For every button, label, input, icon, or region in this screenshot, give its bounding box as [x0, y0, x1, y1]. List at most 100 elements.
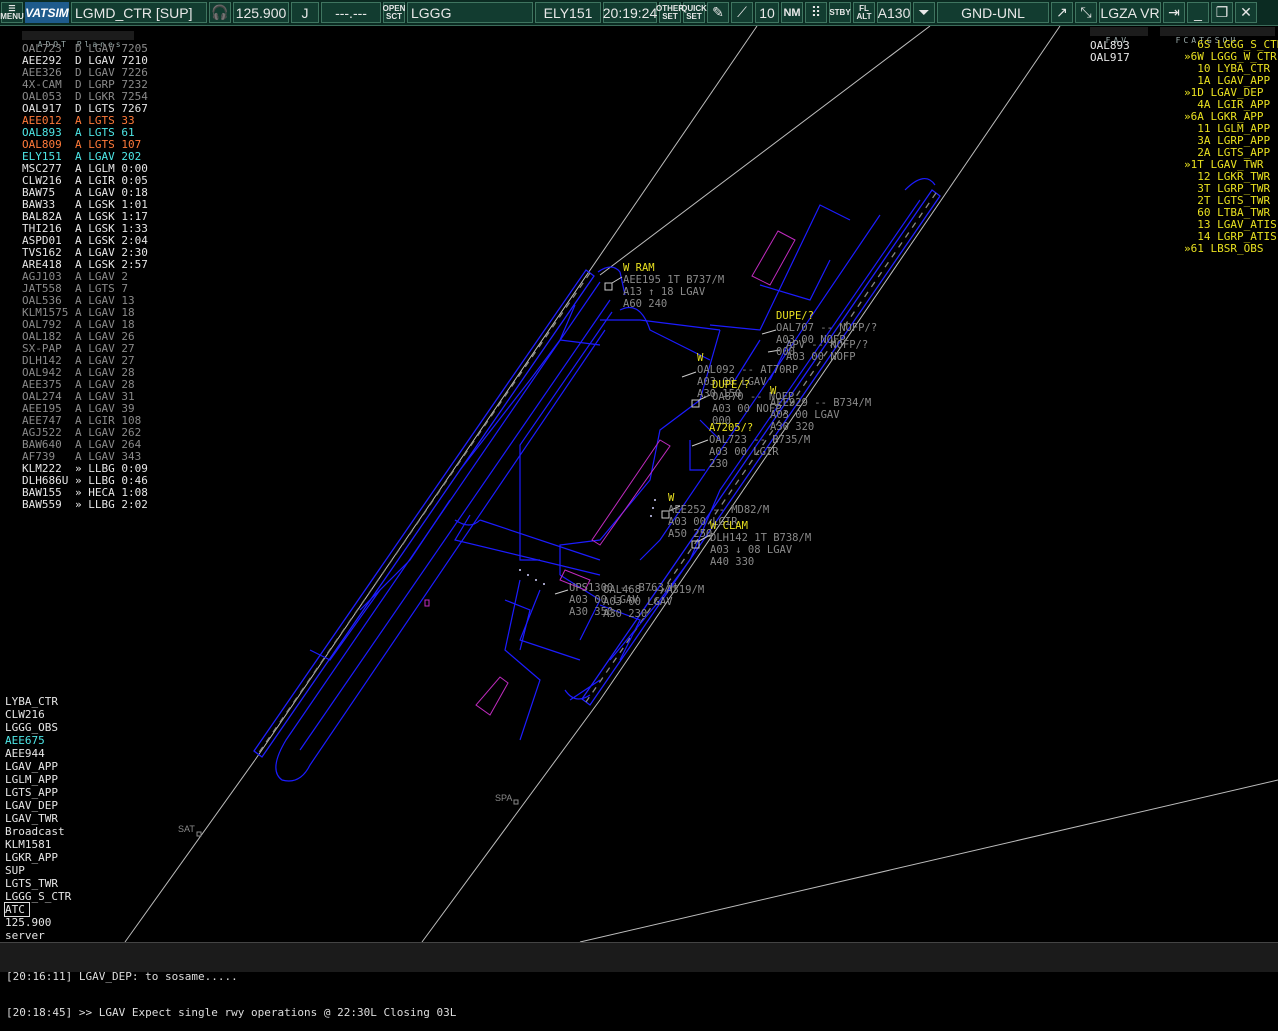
aircraft-data-block[interactable]: OAL468 -- A319/M A03 00 LGAV A30 230 — [603, 584, 704, 620]
data-block-line: AEE929 -- B734/M — [770, 397, 872, 409]
data-block-line: A03 00 LGIR — [709, 446, 779, 458]
data-block-line: A40 330 — [710, 556, 755, 568]
apron-buildings — [424, 230, 796, 716]
sct-label: SCT — [386, 11, 402, 21]
airway-lines — [124, 25, 1278, 943]
data-block-line: W — [770, 385, 777, 397]
aircraft-data-block[interactable]: W CLAM DLH142 1T B738/M A03 ↓ 08 LGAV A40 3… — [710, 520, 811, 568]
data-block-line: OAL707 -- NOFP/? — [776, 322, 878, 334]
primary-frequency[interactable]: 125.900 — [233, 2, 289, 23]
taxiway-network — [275, 178, 936, 782]
transition-altitude[interactable]: A130 — [877, 2, 911, 23]
altitude-filter[interactable]: GND-UNL — [937, 2, 1049, 23]
chat-tab[interactable]: ATC — [4, 902, 30, 917]
data-block-line: W — [668, 492, 675, 504]
range-value[interactable]: 10 — [755, 2, 779, 23]
chat-tab[interactable]: Broadcast — [5, 825, 71, 838]
chat-tab[interactable]: AEE944 — [5, 747, 71, 760]
pointer-icon[interactable]: ↗ — [1051, 2, 1073, 23]
fl-alt-button[interactable]: FL ALT — [853, 2, 875, 23]
quick-set-label: SET — [686, 11, 702, 21]
chat-tab[interactable]: LGGG_S_CTR — [5, 890, 71, 903]
minimize-icon[interactable]: _ — [1187, 2, 1209, 23]
data-block-line: A13 ↑ 18 LGAV — [623, 286, 706, 298]
close-icon[interactable]: ✕ — [1235, 2, 1257, 23]
chat-tab[interactable]: LYBA_CTR — [5, 695, 71, 708]
ruler-icon[interactable]: ⟋ — [731, 2, 753, 23]
message-line-1: [20:16:11] LGAV_DEP: to sosame..... — [6, 970, 238, 983]
restore-icon[interactable]: ❐ — [1211, 2, 1233, 23]
chat-tab[interactable]: CLW216 — [5, 708, 71, 721]
data-block-line: AEE252 -- MD82/M — [668, 504, 770, 516]
sector-file-name[interactable]: LGGG — [407, 2, 533, 23]
message-line-2: [20:18:45] >> LGAV Expect single rwy ope… — [6, 1006, 457, 1019]
data-block-line: APV -- NOFP/? — [786, 339, 869, 351]
atis-letter[interactable]: J — [291, 2, 319, 23]
chat-tab[interactable]: SUP — [5, 864, 71, 877]
alt-label: ALT — [856, 11, 872, 21]
flight-list-header[interactable]: ADOT Planes — [22, 31, 134, 49]
chat-tab[interactable]: server — [5, 929, 71, 942]
data-block-line: A03 00 LGAV — [770, 409, 840, 421]
data-block-line: A03 00 LGAV — [603, 596, 673, 608]
fix-symbols — [196, 799, 519, 837]
chat-tab[interactable]: AEE675 — [5, 734, 71, 747]
controller-list[interactable]: 6S LGGG_S_CTR »6W LGGG_W_CTR 10 LYBA_CTR … — [1184, 39, 1278, 255]
data-block-line: A7205/? — [709, 422, 754, 434]
fix-label-spa: SPA — [495, 793, 513, 803]
view-name[interactable]: LGZA VR — [1099, 2, 1161, 23]
route-icon[interactable]: ⤡ — [1075, 2, 1097, 23]
fav-list[interactable]: OAL893 OAL917 — [1090, 40, 1130, 64]
chat-tab[interactable]: LGGG_OBS — [5, 721, 71, 734]
chat-tab[interactable]: LGAV_APP — [5, 760, 71, 773]
other-set-button[interactable]: OTHER SET — [656, 2, 684, 23]
range-unit[interactable]: NM — [781, 2, 803, 23]
chat-tab[interactable]: LGKR_APP — [5, 851, 71, 864]
chat-tab-list[interactable]: LYBA_CTR CLW216 LGGG_OBS AEE675 AEE944 LGAV_A… — [4, 695, 71, 942]
chat-tab[interactable]: LGTS_APP — [5, 786, 71, 799]
chat-tab[interactable]: LGLM_APP — [5, 773, 71, 786]
chat-tab[interactable]: LGAV_DEP — [5, 799, 71, 812]
other-set-label: SET — [662, 11, 678, 21]
data-block-line: A03 00 NOFP — [786, 351, 856, 363]
quick-set-button[interactable]: QUICK SET — [681, 2, 707, 23]
menu-button[interactable]: ☰ MENU — [0, 2, 24, 23]
flight-list-row[interactable]: BAW559 » LLBG 2:02 — [22, 499, 148, 511]
open-sct-button[interactable]: OPEN SCT — [383, 2, 405, 23]
data-block-line: A30 230 — [603, 608, 648, 620]
aircraft-data-block[interactable]: APV -- NOFP/? A03 00 NOFP — [786, 339, 868, 363]
data-block-line: 230 — [709, 458, 728, 470]
data-block-line: DUPE/? — [776, 310, 814, 322]
draw-icon[interactable]: ✎ — [707, 2, 729, 23]
chat-tab[interactable]: 125.900 — [5, 916, 71, 929]
stby-button[interactable]: STBY — [829, 2, 851, 23]
data-block-line: A60 240 — [623, 298, 668, 310]
data-block-line: W — [697, 352, 704, 364]
fav-list-header[interactable]: FAV — [1090, 27, 1148, 45]
fav-list-row[interactable]: OAL917 — [1090, 52, 1130, 64]
data-block-line: W RAM — [623, 262, 655, 274]
message-area[interactable]: [20:16:11] LGAV_DEP: to sosame..... [20:… — [0, 942, 1278, 1019]
controller-list-header[interactable]: FCATGSOU — [1160, 27, 1275, 45]
data-block-line: W CLAM — [710, 520, 748, 532]
top-toolbar: ☰ MENU VATSIM LGMD_CTR [SUP] 🎧 125.900 J… — [0, 0, 1278, 26]
data-block-line: A03 ↓ 08 LGAV — [710, 544, 793, 556]
flight-list[interactable]: OAL723 D LGAV 7205 AEE292 D LGAV 7210 AEE3… — [22, 43, 148, 511]
selected-aircraft[interactable]: ELY151 — [535, 2, 601, 23]
chat-tab[interactable]: KLM1581 — [5, 838, 71, 851]
runway-outlines — [253, 189, 941, 758]
grid-icon[interactable]: ⠿ — [805, 2, 827, 23]
aircraft-data-block[interactable]: W RAM AEE195 1T B737/M A13 ↑ 18 LGAV A60 24… — [623, 262, 724, 310]
data-block-line: OAL092 -- AT70RP — [697, 364, 799, 376]
chat-tab[interactable]: LGAV_TWR — [5, 812, 71, 825]
controller-list-row[interactable]: »61 LBSR_OBS — [1184, 243, 1278, 255]
vatsim-logo: VATSIM — [25, 2, 69, 23]
chat-tab[interactable]: LGTS_TWR — [5, 877, 71, 890]
callsign-display[interactable]: LGMD_CTR [SUP] — [71, 2, 207, 23]
exit-icon[interactable]: ⇥ — [1163, 2, 1185, 23]
aircraft-data-block[interactable]: A7205/? OAL723 -- B735/M A03 00 LGIR 230 — [709, 422, 810, 470]
headset-icon[interactable]: 🎧 — [209, 2, 231, 23]
secondary-frequency[interactable]: ---.--- — [321, 2, 381, 23]
utc-clock: 20:19:24 — [603, 2, 657, 23]
filter-icon[interactable]: ⏷ — [913, 2, 935, 23]
